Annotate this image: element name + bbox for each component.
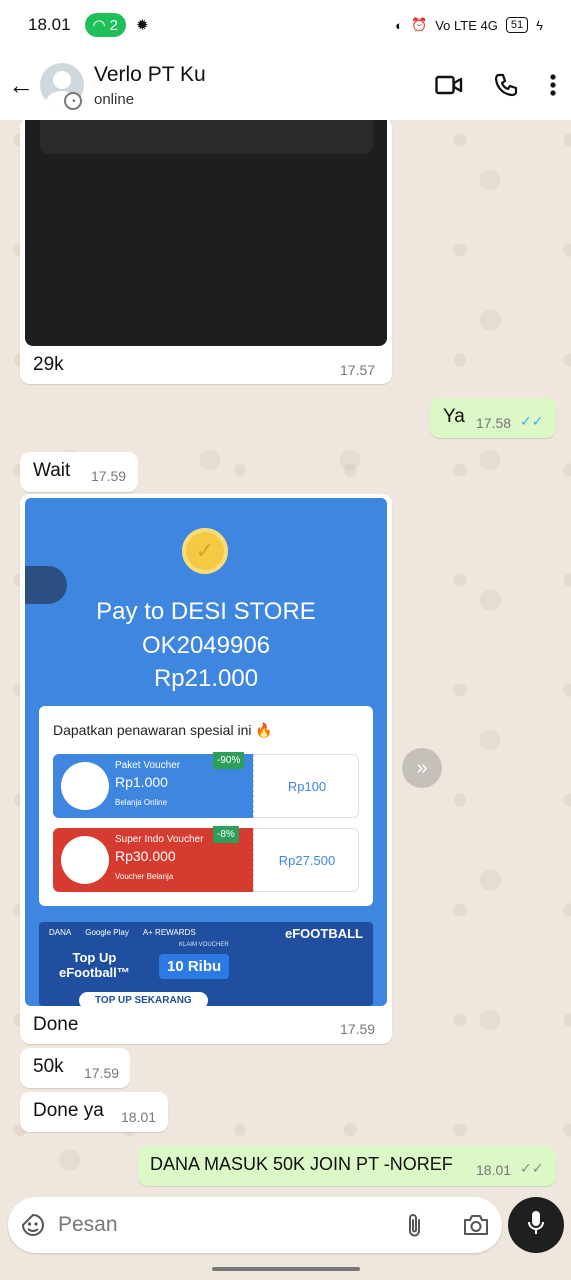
sticker-thumb[interactable] [25,566,67,604]
promo-headline-2: eFootball™ [59,965,130,980]
image-detail-strip [40,120,373,154]
hotspot-indicator: ◠ 2 [84,13,126,37]
message-time: 17.59 [91,468,127,484]
mic-button[interactable] [508,1197,564,1253]
status-right: ◐ ⏰ Vo LTE 4G 51 ϟ [395,17,543,33]
voucher-price: Rp30.000 [115,848,176,864]
header-actions [435,72,557,98]
voucher-name: Super Indo Voucher [115,834,204,845]
gear-icon: ✹ [135,17,149,34]
voucher-pay: Rp100 [253,754,359,818]
offer-card: Dapatkan penawaran spesial ini 🔥 Paket V… [39,706,373,906]
promo-brand: A+ REWARDS [142,928,196,937]
chat-header: ← ◔ Verlo PT Ku online [0,50,571,120]
voucher-pay: Rp27.500 [253,828,359,892]
voucher-name: Paket Voucher [115,760,181,771]
promo-game: eFOOTBALL [285,926,363,941]
status-time: 18.01 [28,15,71,34]
message-text: Done ya [33,1100,104,1121]
check-coin-icon: ✓ [182,528,228,574]
promo-banner: DANA Google Play A+ REWARDS eFOOTBALL To… [39,922,373,1006]
alarm-icon: ⏰ [411,17,428,32]
voucher-subtitle: Voucher Belanja [115,872,174,881]
mic-icon [526,1209,546,1242]
contact-name: Verlo PT Ku [94,62,206,86]
receipt-code: OK2049906 [141,632,271,659]
voucher-item: Super Indo Voucher Rp30.000 Voucher Bela… [53,826,359,892]
message-text: Done [33,1014,79,1035]
promo-brand: DANA [49,928,72,937]
message-input[interactable] [58,1209,388,1241]
charging-icon: ϟ [536,17,543,33]
message-text: Wait [33,460,71,481]
promo-brand: Google Play [85,928,129,937]
receipt-amount: Rp21.000 [153,665,259,692]
message-time: 17.58 [476,415,512,431]
promo-headline-1: Top Up [72,950,117,965]
voice-call-icon[interactable] [493,72,519,98]
camera-icon[interactable] [462,1213,490,1242]
promo-button: TOP UP SEKARANG [79,992,208,1006]
discount-badge: -8% [213,826,239,843]
message-time: 18.01 [476,1162,512,1178]
message-time: 17.59 [340,1021,376,1037]
message-text: 29k [33,354,64,375]
message-composer [8,1197,502,1253]
voucher-price: Rp1.000 [115,774,168,790]
contact-info[interactable]: Verlo PT Ku online [94,63,206,108]
promo-headline: Top Up eFootball™ [59,950,130,980]
hotspot-count: 2 [109,16,118,34]
battery-icon: 51 [505,17,529,33]
read-ticks-icon: ✓✓ [520,413,544,429]
offer-heading: Dapatkan penawaran spesial ini 🔥 [53,722,273,738]
voucher-pay-amount: Rp100 [287,779,327,794]
promo-voucher: 10 Ribu [159,954,230,979]
message-time: 17.57 [340,362,376,378]
status-bar: 18.01 ◠ 2 ✹ ◐ ⏰ Vo LTE 4G 51 ϟ [0,0,571,50]
more-options-icon[interactable] [549,73,557,97]
message-text: DANA MASUK 50K JOIN PT -NOREF [150,1154,453,1174]
discount-badge: -90% [213,752,245,769]
attach-icon[interactable] [406,1211,424,1244]
dana-receipt-image[interactable]: ✓ Pay to DESI STORE OK2049906 Rp21.000 D… [25,498,387,1006]
back-arrow-icon[interactable]: ← [8,70,34,101]
message-text: 50k [33,1056,64,1077]
receipt-title: Pay to DESI STORE [96,598,316,625]
status-ring-icon: ◔ [64,92,82,110]
network-label: Vo LTE 4G [435,17,498,33]
voucher-multiplier: x2 [83,796,93,806]
promo-voucher-label: KLAIM VOUCHER [179,942,229,948]
video-call-icon[interactable] [435,74,463,96]
contact-status: online [94,90,135,108]
gesture-nav-bar[interactable] [212,1267,360,1271]
message-time: 18.01 [121,1109,157,1125]
voucher-subtitle: Belanja Online [115,798,168,807]
superindo-logo-icon [61,836,109,884]
message-time: 17.59 [84,1065,120,1081]
wifi-icon: ◠ [92,17,106,34]
forward-icon[interactable]: » [402,748,442,788]
dnd-icon: ◐ [395,17,404,33]
emoji-sticker-icon[interactable] [20,1212,46,1243]
voucher-pay-amount: Rp27.500 [278,853,336,868]
delivered-ticks-icon: ✓✓ [520,1160,544,1176]
message-text: Ya [443,406,465,427]
voucher-item: Paket Voucher Rp1.000 Belanja Online x2 … [53,752,359,818]
promo-brands: DANA Google Play A+ REWARDS [49,928,196,937]
battery-level: 51 [510,19,524,31]
